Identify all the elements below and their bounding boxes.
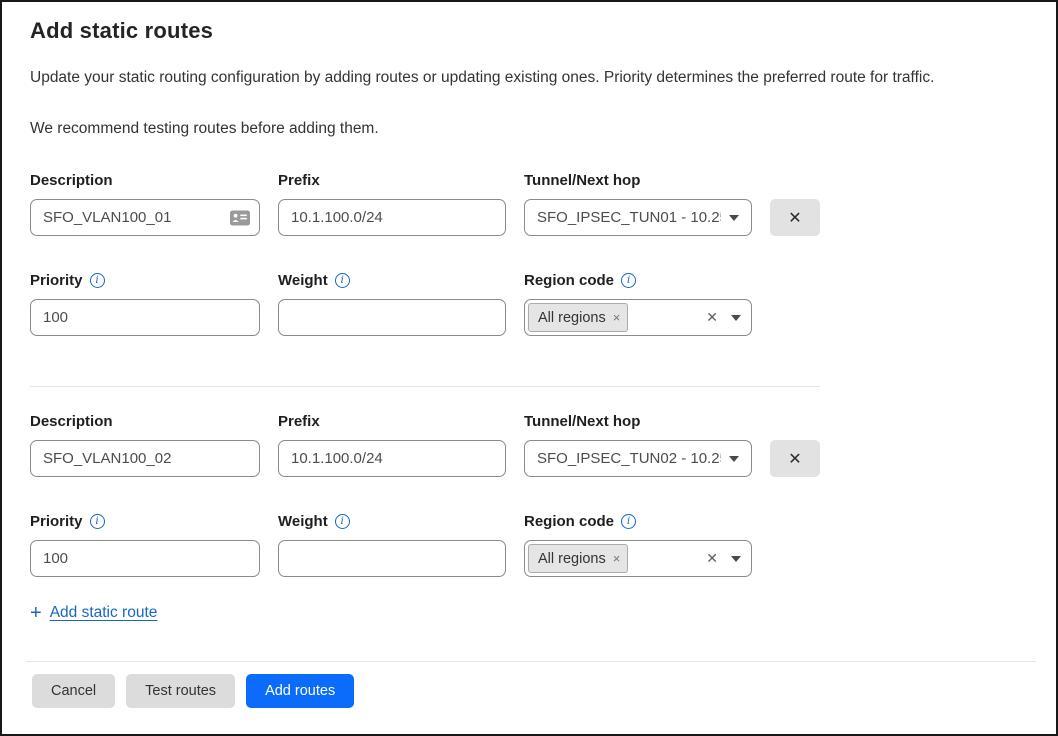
add-static-route-link[interactable]: + Add static route: [30, 603, 157, 623]
tunnel-next-hop-label: Tunnel/Next hop: [524, 411, 752, 432]
region-chip: All regions ×: [528, 303, 628, 332]
cancel-button[interactable]: Cancel: [32, 674, 115, 708]
info-icon[interactable]: i: [90, 273, 105, 288]
add-static-routes-dialog: Add static routes Update your static rou…: [0, 0, 1058, 736]
priority-label: Priority i: [30, 270, 260, 291]
weight-input[interactable]: [278, 540, 506, 577]
route-2-main-row: Description Prefix Tunnel/Next hop SFO_I…: [30, 411, 1028, 477]
prefix-input[interactable]: [278, 440, 506, 477]
info-icon[interactable]: i: [90, 514, 105, 529]
tunnel-next-hop-select[interactable]: SFO_IPSEC_TUN02 - 10.25...: [524, 440, 752, 477]
description-field-group: Description: [30, 170, 260, 236]
weight-field-group: Weight i: [278, 270, 506, 336]
add-routes-button[interactable]: Add routes: [246, 674, 354, 708]
contact-card-icon[interactable]: [230, 210, 250, 225]
route-2-secondary-row: Priority i Weight i Region code i: [30, 511, 1028, 577]
info-icon[interactable]: i: [621, 514, 636, 529]
dialog-intro-text: Update your static routing configuration…: [30, 67, 1028, 88]
chevron-down-icon: [731, 315, 741, 321]
chevron-down-icon: [729, 456, 739, 462]
info-icon[interactable]: i: [335, 514, 350, 529]
tunnel-field-group: Tunnel/Next hop SFO_IPSEC_TUN01 - 10.25.…: [524, 170, 752, 236]
prefix-label: Prefix: [278, 170, 506, 191]
prefix-field-group: Prefix: [278, 411, 506, 477]
priority-field-group: Priority i: [30, 511, 260, 577]
description-field-group: Description: [30, 411, 260, 477]
prefix-field-group: Prefix: [278, 170, 506, 236]
priority-label: Priority i: [30, 511, 260, 532]
description-input[interactable]: [30, 440, 260, 477]
prefix-input[interactable]: [278, 199, 506, 236]
region-code-field-group: Region code i All regions × ✕: [524, 511, 752, 577]
route-entry-2: Description Prefix Tunnel/Next hop SFO_I…: [30, 411, 1028, 577]
prefix-label: Prefix: [278, 411, 506, 432]
remove-route-button[interactable]: ✕: [770, 440, 820, 477]
region-chip-label: All regions: [538, 551, 606, 567]
region-code-multiselect[interactable]: All regions × ✕: [524, 299, 752, 336]
description-label: Description: [30, 170, 260, 191]
info-icon[interactable]: i: [335, 273, 350, 288]
info-icon[interactable]: i: [621, 273, 636, 288]
dialog-note-text: We recommend testing routes before addin…: [30, 118, 1028, 139]
tunnel-field-group: Tunnel/Next hop SFO_IPSEC_TUN02 - 10.25.…: [524, 411, 752, 477]
tunnel-next-hop-select[interactable]: SFO_IPSEC_TUN01 - 10.25...: [524, 199, 752, 236]
plus-icon: +: [30, 603, 42, 623]
weight-label: Weight i: [278, 270, 506, 291]
description-input[interactable]: [30, 199, 260, 236]
remove-route-button[interactable]: ✕: [770, 199, 820, 236]
priority-input[interactable]: [30, 299, 260, 336]
chevron-down-icon: [729, 215, 739, 221]
route-1-secondary-row: Priority i Weight i Region code i: [30, 270, 1028, 336]
route-entry-1: Description Prefix: [30, 170, 1028, 336]
weight-input[interactable]: [278, 299, 506, 336]
route-divider: [30, 386, 820, 387]
clear-selection-icon[interactable]: ✕: [706, 550, 718, 567]
region-code-label: Region code i: [524, 270, 752, 291]
tunnel-selected-value: SFO_IPSEC_TUN01 - 10.25...: [537, 209, 721, 226]
weight-label: Weight i: [278, 511, 506, 532]
chip-remove-icon[interactable]: ×: [613, 310, 621, 325]
region-code-multiselect[interactable]: All regions × ✕: [524, 540, 752, 577]
route-1-main-row: Description Prefix: [30, 170, 1028, 236]
region-chip-label: All regions: [538, 310, 606, 326]
region-code-field-group: Region code i All regions × ✕: [524, 270, 752, 336]
tunnel-selected-value: SFO_IPSEC_TUN02 - 10.25...: [537, 450, 721, 467]
chevron-down-icon: [731, 556, 741, 562]
description-label: Description: [30, 411, 260, 432]
region-code-label: Region code i: [524, 511, 752, 532]
dialog-footer: Cancel Test routes Add routes: [26, 661, 1036, 734]
add-static-route-label: Add static route: [50, 604, 158, 622]
test-routes-button[interactable]: Test routes: [126, 674, 235, 708]
region-chip: All regions ×: [528, 544, 628, 573]
tunnel-next-hop-label: Tunnel/Next hop: [524, 170, 752, 191]
priority-input[interactable]: [30, 540, 260, 577]
page-title: Add static routes: [30, 16, 1028, 46]
priority-field-group: Priority i: [30, 270, 260, 336]
weight-field-group: Weight i: [278, 511, 506, 577]
clear-selection-icon[interactable]: ✕: [706, 309, 718, 326]
chip-remove-icon[interactable]: ×: [613, 551, 621, 566]
